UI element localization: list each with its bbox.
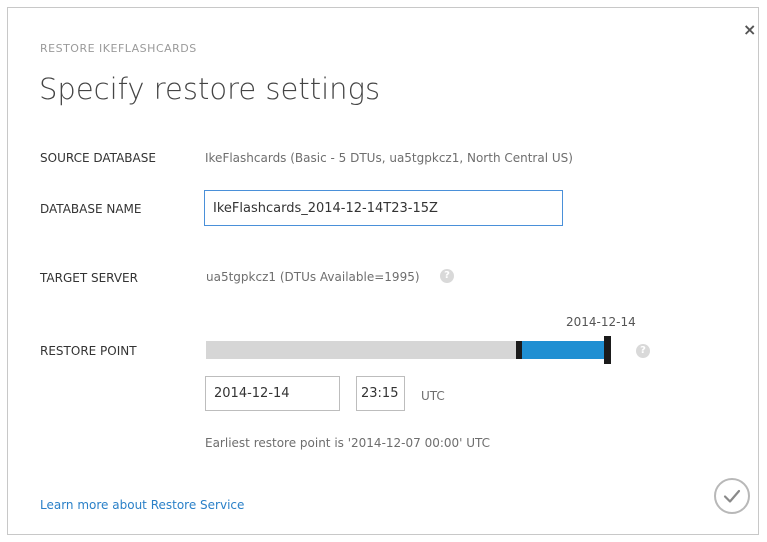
learn-more-link[interactable]: Learn more about Restore Service [40, 498, 244, 512]
database-name-label: DATABASE NAME [40, 202, 142, 216]
restore-point-slider[interactable] [206, 336, 611, 364]
source-database-value: IkeFlashcards (Basic - 5 DTUs, ua5tgpkcz… [205, 151, 573, 165]
page-title: Specify restore settings [39, 72, 381, 106]
restore-point-slider-fill [516, 341, 609, 359]
restore-point-range-start-handle[interactable] [516, 341, 522, 359]
restore-date-input[interactable] [205, 376, 340, 411]
earliest-restore-note: Earliest restore point is '2014-12-07 00… [205, 436, 491, 450]
target-server-value: ua5tgpkcz1 (DTUs Available=1995) [206, 270, 420, 284]
dialog-kicker: RESTORE IKEFLASHCARDS [40, 42, 197, 55]
restore-point-slider-label: 2014-12-14 [566, 315, 636, 329]
target-server-help-icon[interactable]: ? [440, 269, 454, 283]
restore-point-slider-handle[interactable] [604, 336, 611, 364]
timezone-label: UTC [421, 389, 445, 403]
restore-point-label: RESTORE POINT [40, 344, 137, 358]
restore-time-input[interactable] [356, 376, 405, 411]
source-database-label: SOURCE DATABASE [40, 151, 156, 165]
close-icon[interactable]: × [743, 22, 756, 38]
database-name-input[interactable] [204, 190, 563, 226]
checkmark-icon [723, 489, 741, 503]
restore-point-help-icon[interactable]: ? [636, 344, 650, 358]
ok-button[interactable] [714, 478, 750, 514]
target-server-label: TARGET SERVER [40, 271, 138, 285]
